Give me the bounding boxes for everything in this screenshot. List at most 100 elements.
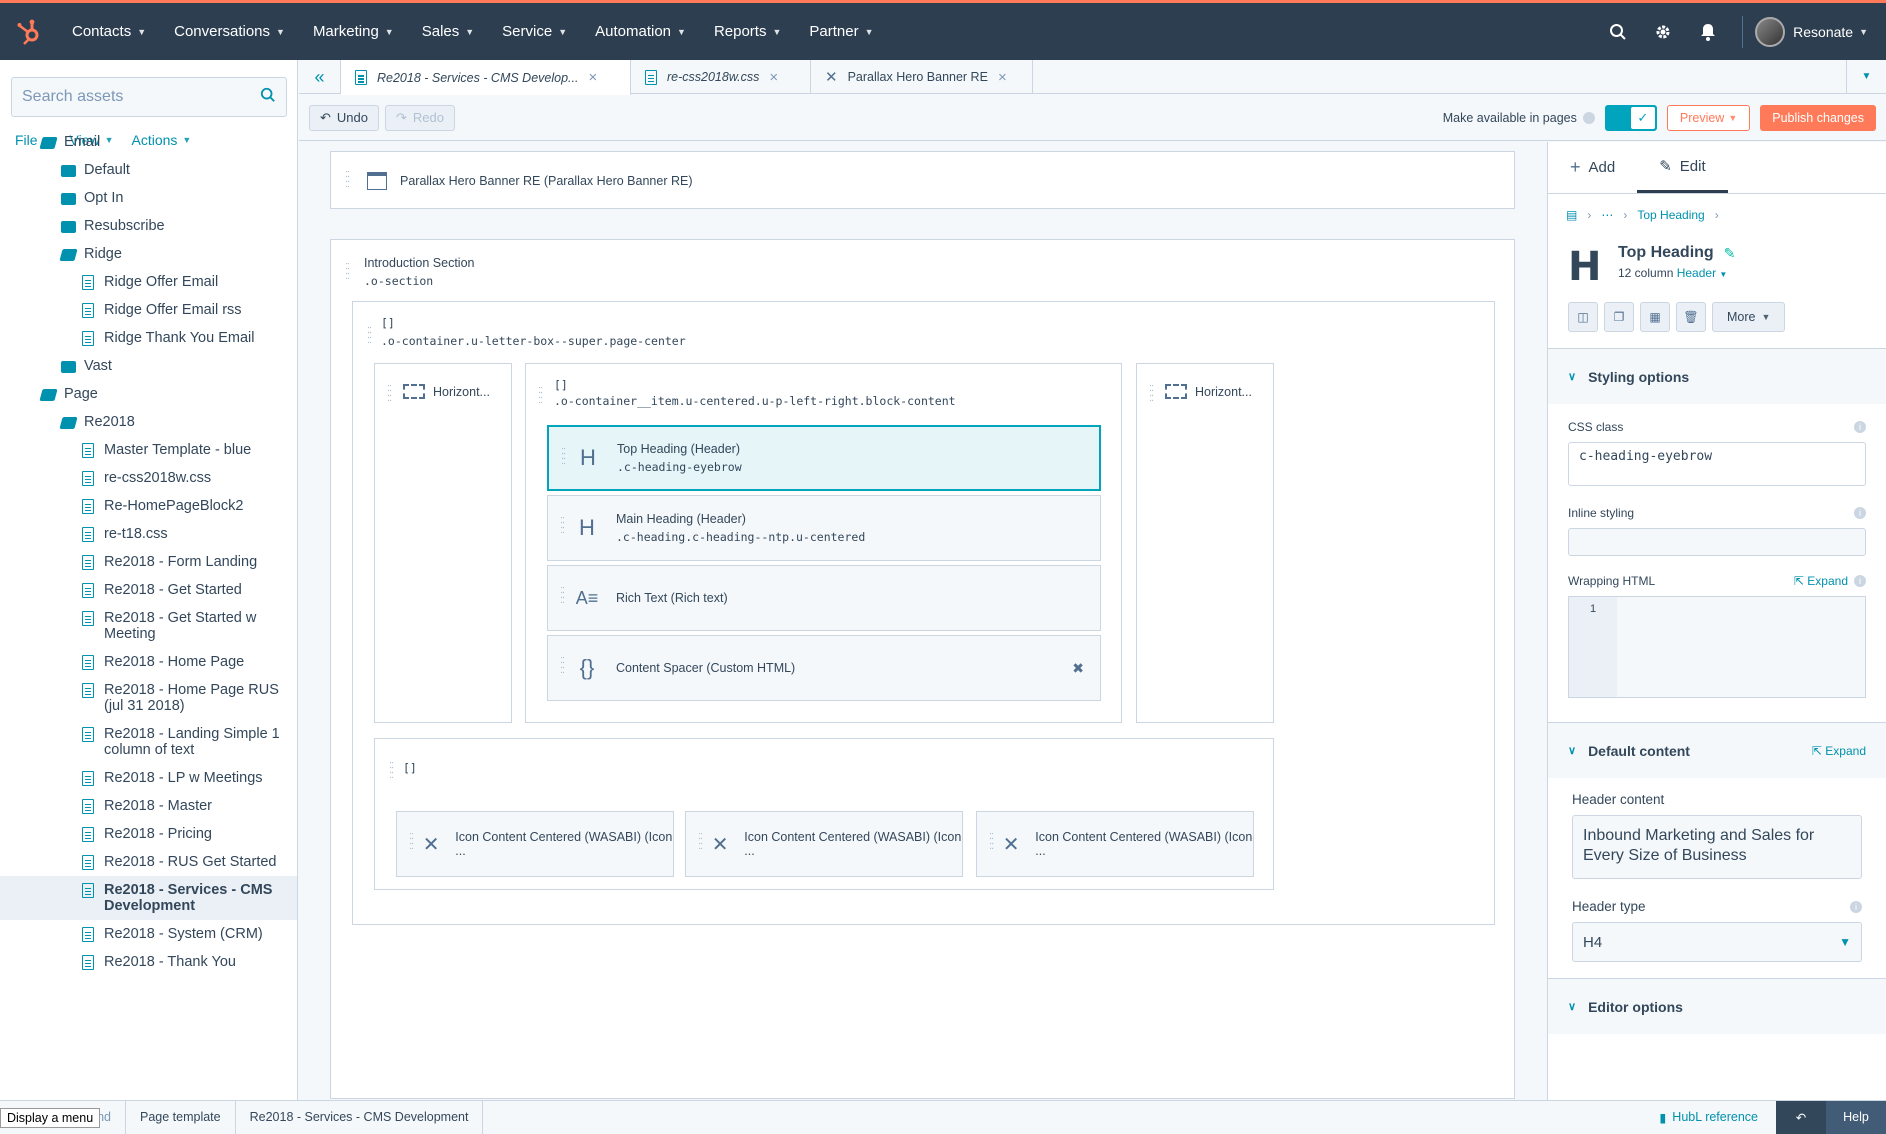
nav-marketing[interactable]: Marketing ▼ bbox=[299, 3, 408, 60]
drag-handle-icon[interactable]: :::::: bbox=[387, 383, 392, 404]
avatar[interactable] bbox=[1755, 16, 1786, 47]
tab-add[interactable]: + Add bbox=[1548, 142, 1637, 193]
available-toggle[interactable]: ✓ bbox=[1604, 104, 1657, 131]
sidebar-item[interactable]: Ridge bbox=[0, 240, 297, 268]
pencil-icon[interactable]: ✎ bbox=[1724, 245, 1736, 262]
search-assets-field[interactable]: Search assets bbox=[11, 77, 287, 117]
sidebar-item[interactable]: Re2018 bbox=[0, 408, 297, 436]
publish-button[interactable]: Publish changes bbox=[1760, 104, 1876, 131]
css-class-input[interactable]: c-heading-eyebrow bbox=[1568, 442, 1866, 486]
nav-automation[interactable]: Automation ▼ bbox=[581, 3, 700, 60]
clone-icon[interactable]: ◫ bbox=[1568, 302, 1598, 332]
sidebar-item[interactable]: Re2018 - System (CRM) bbox=[0, 920, 297, 948]
wrapping-html-editor[interactable]: 1 bbox=[1568, 596, 1866, 698]
sidebar-item[interactable]: Re2018 - Get Started bbox=[0, 576, 297, 604]
trail-item[interactable]: Page template bbox=[126, 1100, 236, 1134]
sidebar-item[interactable]: Re2018 - Thank You bbox=[0, 948, 297, 976]
breadcrumb-current[interactable]: Top Heading bbox=[1637, 208, 1704, 222]
module-icon-content-3[interactable]: :::::: ✕ Icon Content Centered (WASABI) … bbox=[976, 811, 1254, 877]
module-rich-text[interactable]: :::::: A≡ Rich Text (Rich text) bbox=[547, 565, 1101, 631]
introduction-section[interactable]: :::::: Introduction Section .o-section :… bbox=[330, 239, 1515, 1099]
drag-handle-icon[interactable]: :::::: bbox=[560, 585, 565, 606]
module-main-heading[interactable]: :::::: H Main Heading (Header) .c-heading… bbox=[547, 495, 1101, 561]
sidebar-item[interactable]: Master Template - blue bbox=[0, 436, 297, 464]
search-icon[interactable] bbox=[1595, 3, 1640, 60]
sidebar-item[interactable]: Re2018 - Master bbox=[0, 792, 297, 820]
container-group[interactable]: :::::: [] .o-container.u-letter-box--sup… bbox=[352, 301, 1495, 925]
redo-button[interactable]: ↷ Redo bbox=[384, 104, 455, 131]
close-icon[interactable]: × bbox=[998, 69, 1007, 86]
drag-handle-icon[interactable]: :::::: bbox=[561, 446, 566, 467]
ellipsis-icon[interactable]: ⋯ bbox=[1601, 208, 1613, 222]
bell-icon[interactable] bbox=[1685, 3, 1730, 60]
drag-handle-icon[interactable]: :::::: bbox=[345, 261, 350, 282]
nav-service[interactable]: Service ▼ bbox=[488, 3, 581, 60]
hubl-reference-link[interactable]: ▮ HubL reference bbox=[1641, 1101, 1776, 1134]
more-button[interactable]: More ▼ bbox=[1712, 302, 1786, 332]
drag-handle-icon[interactable]: :::::: bbox=[1149, 383, 1154, 404]
help-button[interactable]: Help bbox=[1826, 1100, 1886, 1134]
hubspot-logo-icon[interactable] bbox=[0, 3, 58, 60]
sidebar-item[interactable]: Ridge Offer Email bbox=[0, 268, 297, 296]
sidebar-item[interactable]: Page bbox=[0, 380, 297, 408]
file-icon[interactable]: ▤ bbox=[1566, 208, 1577, 222]
nav-reports[interactable]: Reports ▼ bbox=[700, 3, 795, 60]
tab-css[interactable]: re-css2018w.css × bbox=[631, 60, 811, 94]
editor-options-header[interactable]: ∨ Editor options bbox=[1548, 978, 1886, 1034]
sidebar-item[interactable]: Ridge Offer Email rss bbox=[0, 296, 297, 324]
close-icon[interactable]: × bbox=[769, 69, 778, 86]
close-icon[interactable]: × bbox=[588, 69, 597, 86]
sidebar-item[interactable]: Re2018 - Home Page bbox=[0, 648, 297, 676]
tab-edit[interactable]: ✎ Edit bbox=[1637, 142, 1728, 193]
tab-list-chevron-icon[interactable]: ▼ bbox=[1846, 60, 1886, 93]
sidebar-item[interactable]: Re2018 - Home Page RUS (jul 31 2018) bbox=[0, 676, 297, 720]
sidebar-item[interactable]: Re2018 - Services - CMS Development bbox=[0, 876, 297, 920]
trash-icon[interactable]: 🗑 bbox=[1676, 302, 1706, 332]
module-top-heading[interactable]: :::::: H Top Heading (Header) .c-heading-… bbox=[547, 425, 1101, 491]
sidebar-item[interactable]: Re-HomePageBlock2 bbox=[0, 492, 297, 520]
search-icon[interactable] bbox=[260, 87, 276, 108]
preview-button[interactable]: Preview ▼ bbox=[1666, 104, 1751, 131]
sidebar-item[interactable]: Re2018 - RUS Get Started bbox=[0, 848, 297, 876]
module-icon-content-2[interactable]: :::::: ✕ Icon Content Centered (WASABI) … bbox=[685, 811, 963, 877]
module-content-spacer[interactable]: :::::: {} Content Spacer (Custom HTML) ✖ bbox=[547, 635, 1101, 701]
collapse-sidebar-icon[interactable]: « bbox=[299, 60, 341, 94]
unpin-icon[interactable]: ✖ bbox=[1072, 660, 1084, 677]
nav-contacts[interactable]: Contacts ▼ bbox=[58, 3, 160, 60]
sidebar-item[interactable]: Ridge Thank You Email bbox=[0, 324, 297, 352]
banner-module[interactable]: :::::: Parallax Hero Banner RE (Parallax… bbox=[330, 151, 1515, 209]
sidebar-item[interactable]: Re2018 - Get Started w Meeting bbox=[0, 604, 297, 648]
drag-handle-icon[interactable]: :::::: bbox=[560, 515, 565, 536]
sidebar-item[interactable]: Opt In bbox=[0, 184, 297, 212]
header-content-input[interactable]: Inbound Marketing and Sales for Every Si… bbox=[1572, 815, 1862, 879]
tab-services-cms[interactable]: Re2018 - Services - CMS Develop... × bbox=[341, 60, 631, 95]
sidebar-item[interactable]: re-t18.css bbox=[0, 520, 297, 548]
copy-icon[interactable]: ❐ bbox=[1604, 302, 1634, 332]
sidebar-item[interactable]: Re2018 - Pricing bbox=[0, 820, 297, 848]
header-type-select[interactable]: H4 ▼ bbox=[1572, 922, 1862, 962]
horizontal-spacer-left[interactable]: :::::: Horizont... bbox=[374, 363, 512, 723]
sidebar-item[interactable]: Email bbox=[0, 128, 297, 156]
icon-row-group[interactable]: :::::: [] :::::: ✕ Icon Content Centered… bbox=[374, 738, 1274, 890]
drag-handle-icon[interactable]: :::::: bbox=[538, 385, 543, 406]
expand-link[interactable]: ⇱ Expand bbox=[1794, 574, 1848, 588]
drag-handle-icon[interactable]: :::::: bbox=[409, 831, 414, 852]
expand-link[interactable]: ⇱ Expand bbox=[1812, 744, 1866, 758]
drag-handle-icon[interactable]: :::::: bbox=[389, 760, 394, 781]
container-item[interactable]: :::::: [] .o-container__item.u-centered.… bbox=[525, 363, 1122, 723]
sidebar-item[interactable]: Resubscribe bbox=[0, 212, 297, 240]
drag-handle-icon[interactable]: :::::: bbox=[698, 831, 703, 852]
nav-partner[interactable]: Partner ▼ bbox=[795, 3, 887, 60]
sidebar-item[interactable]: Re2018 - Landing Simple 1 column of text bbox=[0, 720, 297, 764]
sidebar-item[interactable]: Vast bbox=[0, 352, 297, 380]
tab-parallax[interactable]: ✕ Parallax Hero Banner RE × bbox=[811, 60, 1033, 94]
undo-button[interactable]: ↶ Undo bbox=[309, 104, 379, 131]
styling-options-header[interactable]: ∨ Styling options bbox=[1548, 348, 1886, 404]
sidebar-item[interactable]: Default bbox=[0, 156, 297, 184]
default-content-header[interactable]: ∨ Default content ⇱ Expand bbox=[1548, 722, 1886, 778]
nav-conversations[interactable]: Conversations ▼ bbox=[160, 3, 299, 60]
drag-handle-icon[interactable]: :::::: bbox=[367, 325, 372, 346]
drag-handle-icon[interactable]: :::::: bbox=[560, 655, 565, 676]
account-menu[interactable]: Resonate ▼ bbox=[1785, 24, 1876, 40]
module-type-link[interactable]: Header bbox=[1677, 266, 1716, 280]
